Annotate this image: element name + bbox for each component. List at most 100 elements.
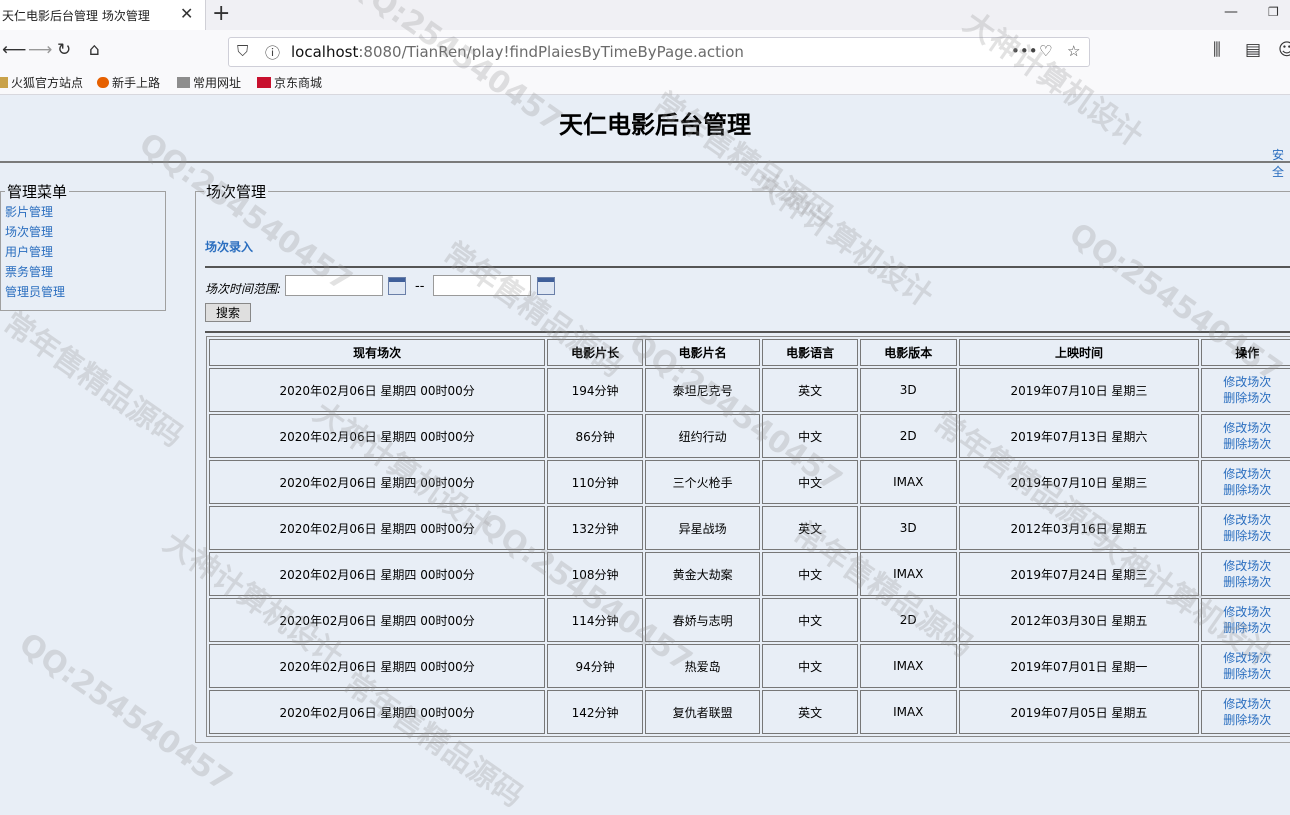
edit-screening-link[interactable]: 修改场次 [1202, 558, 1290, 574]
edit-screening-link[interactable]: 修改场次 [1202, 374, 1290, 390]
table-cell: 中文 [762, 552, 858, 596]
table-cell: 2D [859, 414, 957, 458]
add-screening-link[interactable]: 场次录入 [205, 238, 253, 255]
bookmark-item[interactable]: 京东商城 [257, 74, 322, 91]
home-icon[interactable]: ⌂ [89, 40, 100, 60]
table-cell: 热爱岛 [644, 644, 761, 688]
table-row: 2020年02月06日 星期四 00时00分 132分钟 异星战场 英文 3D 2012年… [209, 506, 1290, 550]
table-cell: 2019年07月01日 星期一 [958, 644, 1200, 688]
table-cell: 2020年02月06日 星期四 00时00分 [209, 368, 546, 412]
delete-screening-link[interactable]: 删除场次 [1202, 390, 1290, 406]
bookmark-item[interactable]: 火狐官方站点 [0, 74, 83, 91]
restore-icon[interactable]: ❐ [1268, 5, 1279, 19]
forward-icon[interactable]: ⟶ [28, 40, 52, 60]
url-text[interactable]: localhost:8080/TianRen/play!findPlaiesBy… [291, 43, 744, 61]
ops-cell: 修改场次 删除场次 [1201, 460, 1290, 504]
column-header: 电影版本 [859, 339, 957, 366]
minimize-icon[interactable]: — [1224, 4, 1238, 20]
folder-icon [0, 77, 8, 88]
table-cell: 复仇者联盟 [644, 690, 761, 734]
bookmark-label: 火狐官方站点 [11, 76, 84, 90]
edit-screening-link[interactable]: 修改场次 [1202, 512, 1290, 528]
delete-screening-link[interactable]: 删除场次 [1202, 712, 1290, 728]
time-range-label: 场次时间范围: [205, 282, 282, 296]
sidebar-item-screenings[interactable]: 场次管理 [5, 222, 165, 242]
main-panel: 场次管理 场次录入 场次时间范围: -- 搜索 现有场次 电影片长 电影片名 电… [195, 181, 1290, 743]
bookmark-item[interactable]: 常用网址 [177, 74, 241, 91]
table-cell: 2019年07月10日 星期三 [958, 460, 1200, 504]
jd-icon [257, 77, 271, 88]
delete-screening-link[interactable]: 删除场次 [1202, 528, 1290, 544]
edit-screening-link[interactable]: 修改场次 [1202, 420, 1290, 436]
safe-link[interactable]: 安全 [1272, 146, 1290, 180]
table-cell: IMAX [859, 690, 957, 734]
edit-screening-link[interactable]: 修改场次 [1202, 466, 1290, 482]
table-cell: 黄金大劫案 [644, 552, 761, 596]
table-cell: 108分钟 [547, 552, 643, 596]
more-icon[interactable]: ••• [1011, 42, 1038, 60]
ops-cell: 修改场次 删除场次 [1201, 644, 1290, 688]
start-date-input[interactable] [285, 275, 383, 296]
divider [0, 161, 1290, 163]
table-cell: 英文 [762, 506, 858, 550]
calendar-icon[interactable] [537, 277, 555, 295]
table-cell: 中文 [762, 598, 858, 642]
bookmark-label: 京东商城 [274, 76, 323, 90]
sidebar-item-films[interactable]: 影片管理 [5, 202, 165, 222]
table-cell: 2020年02月06日 星期四 00时00分 [209, 460, 546, 504]
delete-screening-link[interactable]: 删除场次 [1202, 666, 1290, 682]
url-path: :8080/TianRen/play!findPlaiesByTimeByPag… [358, 43, 744, 61]
browser-tab[interactable]: 天仁电影后台管理 场次管理 ✕ [0, 0, 206, 30]
account-icon[interactable]: ☺ [1278, 40, 1290, 60]
table-cell: 三个火枪手 [644, 460, 761, 504]
new-tab-icon[interactable]: + [212, 1, 230, 26]
ops-cell: 修改场次 删除场次 [1201, 506, 1290, 550]
delete-screening-link[interactable]: 删除场次 [1202, 574, 1290, 590]
sidebar-item-admins[interactable]: 管理员管理 [5, 282, 165, 302]
pocket-icon[interactable]: ♡ [1039, 42, 1052, 60]
shield-icon[interactable]: ⛉ [237, 42, 248, 60]
firefox-icon [97, 77, 109, 88]
delete-screening-link[interactable]: 删除场次 [1202, 620, 1290, 636]
edit-screening-link[interactable]: 修改场次 [1202, 604, 1290, 620]
table-cell: 春娇与志明 [644, 598, 761, 642]
close-tab-icon[interactable]: ✕ [180, 4, 193, 23]
table-cell: 2020年02月06日 星期四 00时00分 [209, 552, 546, 596]
column-header: 上映时间 [958, 339, 1200, 366]
table-cell: 2020年02月06日 星期四 00时00分 [209, 598, 546, 642]
table-cell: 86分钟 [547, 414, 643, 458]
sidebar-menu: 管理菜单 影片管理 场次管理 用户管理 票务管理 管理员管理 [0, 181, 166, 311]
info-icon[interactable]: ⓘ [265, 42, 280, 63]
table-cell: 2012年03月30日 星期五 [958, 598, 1200, 642]
end-date-input[interactable] [433, 275, 531, 296]
table-cell: 142分钟 [547, 690, 643, 734]
ops-cell: 修改场次 删除场次 [1201, 690, 1290, 734]
url-bar[interactable]: ⛉ ⓘ localhost:8080/TianRen/play!findPlai… [228, 37, 1090, 67]
table-row: 2020年02月06日 星期四 00时00分 194分钟 泰坦尼克号 英文 3D 2019… [209, 368, 1290, 412]
search-button[interactable]: 搜索 [205, 303, 251, 322]
reload-icon[interactable]: ↻ [57, 40, 71, 60]
calendar-icon[interactable] [388, 277, 406, 295]
back-icon[interactable]: ⟵ [2, 40, 26, 60]
table-cell: 泰坦尼克号 [644, 368, 761, 412]
bookmark-item[interactable]: 新手上路 [97, 74, 160, 91]
bookmark-star-icon[interactable]: ☆ [1067, 42, 1080, 60]
divider [205, 331, 1290, 333]
edit-screening-link[interactable]: 修改场次 [1202, 650, 1290, 666]
page-content: 天仁电影后台管理 安全 管理菜单 影片管理 场次管理 用户管理 票务管理 管理员… [0, 0, 1290, 814]
url-host: localhost [291, 43, 359, 61]
table-cell: 2019年07月13日 星期六 [958, 414, 1200, 458]
table-cell: 194分钟 [547, 368, 643, 412]
table-row: 2020年02月06日 星期四 00时00分 86分钟 纽约行动 中文 2D 2019年0… [209, 414, 1290, 458]
delete-screening-link[interactable]: 删除场次 [1202, 482, 1290, 498]
sidebar-item-users[interactable]: 用户管理 [5, 242, 165, 262]
column-header: 操作 [1201, 339, 1290, 366]
delete-screening-link[interactable]: 删除场次 [1202, 436, 1290, 452]
ops-cell: 修改场次 删除场次 [1201, 552, 1290, 596]
sidebar-icon[interactable]: ▤ [1245, 40, 1261, 60]
table-cell: 2019年07月05日 星期五 [958, 690, 1200, 734]
table-cell: 中文 [762, 414, 858, 458]
library-icon[interactable]: ⫼ [1213, 40, 1221, 60]
sidebar-item-tickets[interactable]: 票务管理 [5, 262, 165, 282]
edit-screening-link[interactable]: 修改场次 [1202, 696, 1290, 712]
